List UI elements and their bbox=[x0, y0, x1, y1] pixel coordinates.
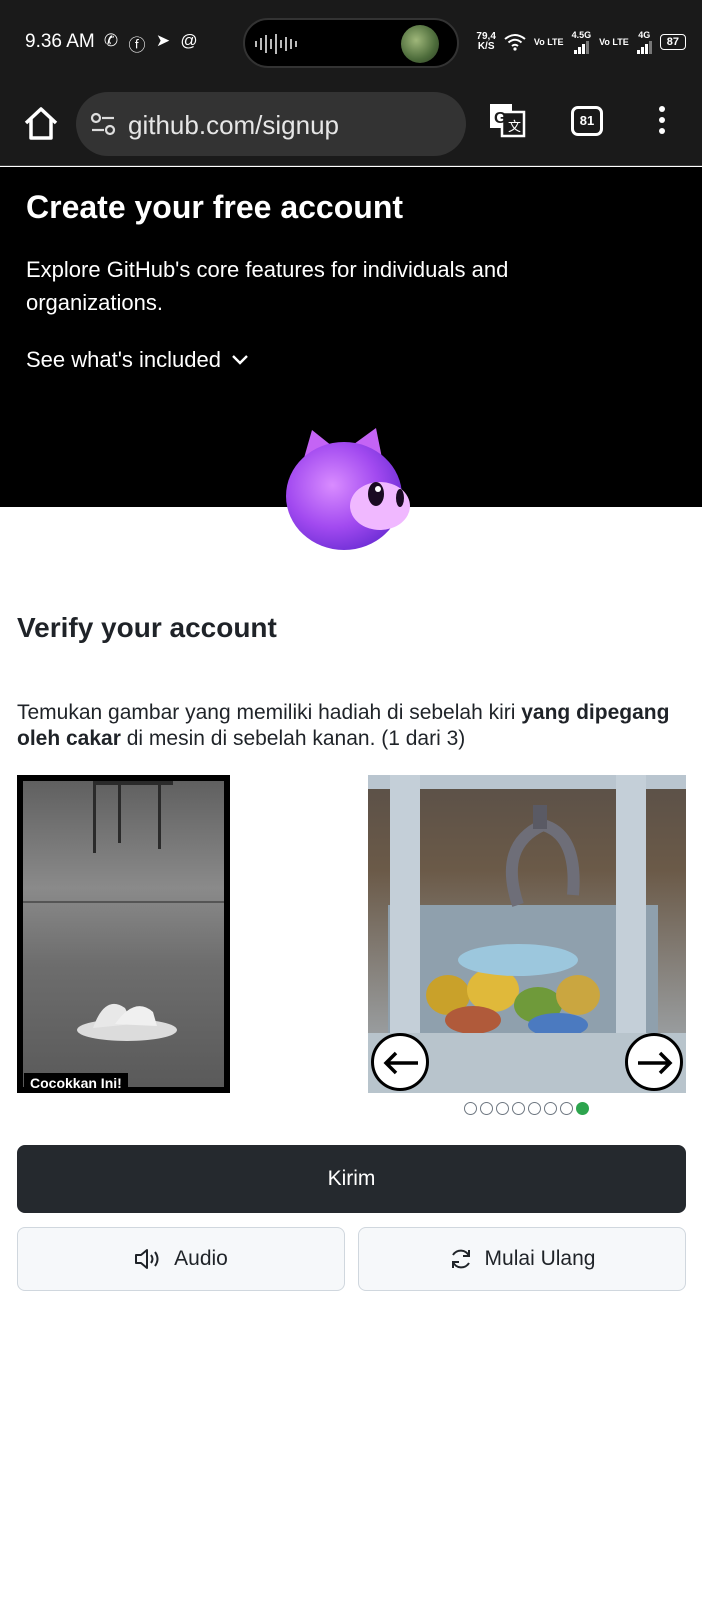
url-text: github.com/signup bbox=[128, 110, 340, 140]
sim1-volte: Vo LTE bbox=[533, 36, 564, 47]
slipper-icon bbox=[77, 1003, 177, 1041]
instruction-text: Temukan gambar yang memiliki hadiah di s… bbox=[17, 701, 522, 724]
threads-icon: @ bbox=[180, 31, 198, 50]
see-included-toggle[interactable]: See what's included bbox=[26, 347, 249, 373]
sim2-signal: 4G bbox=[636, 30, 652, 54]
refresh-icon bbox=[451, 1249, 470, 1269]
audio-wave-icon bbox=[255, 34, 297, 54]
site-settings-icon[interactable] bbox=[90, 112, 116, 136]
hero-description: Explore GitHub's core features for indiv… bbox=[26, 257, 509, 315]
pager-dot bbox=[528, 1102, 541, 1115]
more-options-icon[interactable] bbox=[652, 106, 672, 138]
whatsapp-icon: ✆ bbox=[103, 31, 119, 50]
status-indicators: 79,4 K/S Vo LTE 4.5G Vo LTE 4G 87 bbox=[476, 30, 686, 54]
telegram-icon: ➤ bbox=[155, 31, 171, 50]
address-bar[interactable]: github.com/signup bbox=[76, 92, 466, 156]
image-pager-dots bbox=[464, 1102, 589, 1115]
audio-label: Audio bbox=[174, 1247, 228, 1270]
pager-dot bbox=[464, 1102, 477, 1115]
pager-dot bbox=[496, 1102, 509, 1115]
signal-bars-icon bbox=[636, 40, 652, 54]
dynamic-island bbox=[243, 18, 459, 68]
restart-button[interactable]: Mulai Ulang bbox=[358, 1227, 686, 1291]
pager-dot bbox=[480, 1102, 493, 1115]
match-this-label: Cocokkan Ini! bbox=[24, 1073, 128, 1093]
media-thumbnail bbox=[401, 25, 439, 63]
pager-dot bbox=[544, 1102, 557, 1115]
browser-toolbar: github.com/signup G 文 81 bbox=[0, 86, 702, 166]
toys-pile bbox=[426, 944, 600, 1035]
network-speed-unit: K/S bbox=[477, 41, 495, 52]
network-speed: 79,4 K/S bbox=[476, 32, 495, 52]
sim1-network: 4.5G bbox=[571, 30, 592, 40]
tab-switcher-button[interactable]: 81 bbox=[571, 106, 603, 136]
pager-dot bbox=[560, 1102, 573, 1115]
audio-button[interactable]: Audio bbox=[17, 1227, 345, 1291]
facebook-icon: ⓕ bbox=[128, 36, 146, 55]
see-included-label: See what's included bbox=[26, 347, 221, 372]
next-image-button[interactable] bbox=[625, 1033, 683, 1091]
submit-button[interactable]: Kirim bbox=[17, 1145, 686, 1213]
notification-icons: ✆ ⓕ ➤ @ bbox=[102, 31, 198, 56]
svg-text:G: G bbox=[494, 110, 506, 127]
arrow-left-icon bbox=[383, 1051, 418, 1075]
reference-image: Cocokkan Ini! bbox=[17, 775, 230, 1093]
pager-dot bbox=[512, 1102, 525, 1115]
instruction-text-end: di mesin di sebelah kanan. (1 dari 3) bbox=[120, 727, 466, 750]
sim2-network: 4G bbox=[638, 30, 651, 40]
svg-text:文: 文 bbox=[508, 119, 521, 134]
slipper-photo bbox=[23, 781, 224, 1087]
wifi-icon bbox=[504, 34, 526, 51]
octocat-mascot-icon bbox=[286, 428, 410, 550]
arrow-right-icon bbox=[638, 1051, 673, 1075]
status-bar: 9.36 AM ✆ ⓕ ➤ @ 79,4 K/S Vo LTE 4.5G Vo … bbox=[0, 0, 702, 86]
speaker-icon bbox=[135, 1249, 159, 1269]
captcha-instruction: Temukan gambar yang memiliki hadiah di s… bbox=[17, 700, 677, 752]
restart-label: Mulai Ulang bbox=[484, 1247, 596, 1270]
signal-bars-icon bbox=[573, 40, 589, 54]
claw-machine-image bbox=[368, 775, 686, 1093]
chevron-down-icon bbox=[232, 355, 248, 365]
verify-title: Verify your account bbox=[17, 612, 277, 643]
home-icon[interactable] bbox=[21, 104, 61, 144]
submit-label: Kirim bbox=[327, 1167, 376, 1190]
status-time: 9.36 AM bbox=[25, 31, 95, 52]
pager-dot bbox=[576, 1102, 589, 1115]
hero-title: Create your free account bbox=[26, 189, 404, 225]
sim2-volte: Vo LTE bbox=[599, 36, 629, 47]
battery-indicator: 87 bbox=[659, 34, 686, 50]
translate-icon[interactable]: G 文 bbox=[488, 102, 526, 138]
sim1-signal: 4.5G bbox=[571, 30, 592, 54]
claw-icon bbox=[505, 805, 580, 907]
previous-image-button[interactable] bbox=[371, 1033, 429, 1091]
